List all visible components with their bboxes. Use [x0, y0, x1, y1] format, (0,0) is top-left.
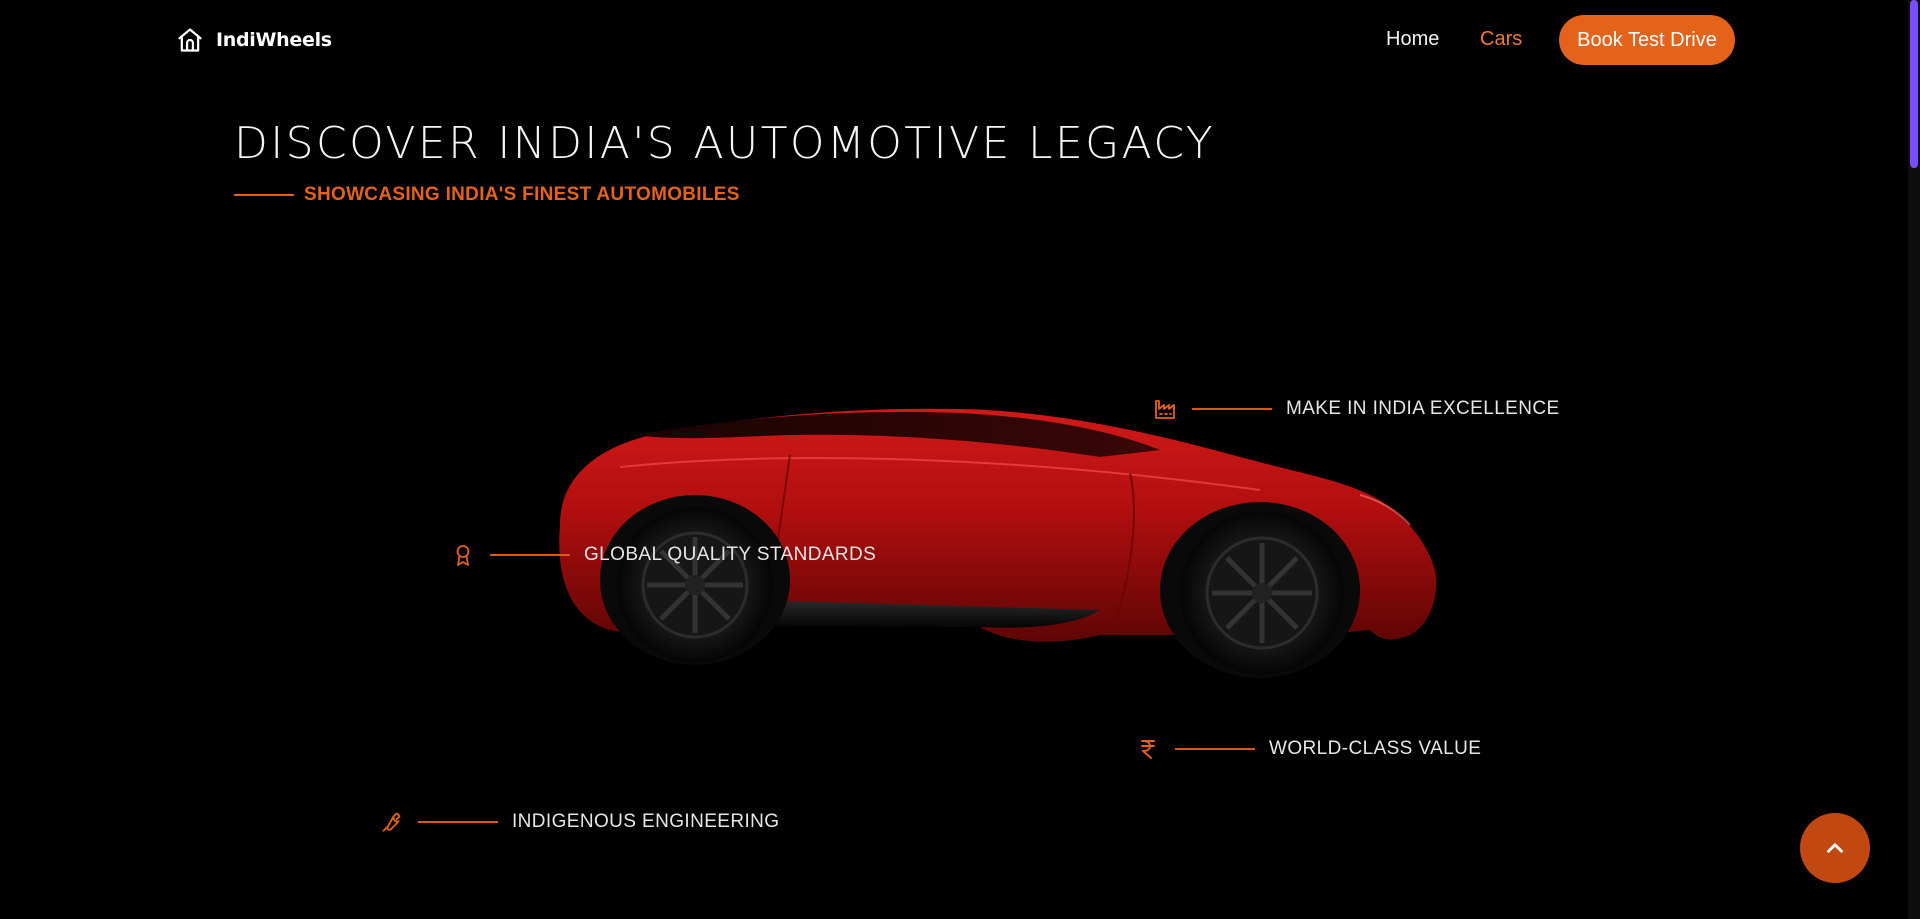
- nav-link-cars[interactable]: Cars: [1480, 28, 1522, 51]
- front-wheel: [1180, 511, 1344, 675]
- factory-icon: [1152, 396, 1178, 422]
- scrollbar-thumb[interactable]: [1910, 0, 1918, 168]
- chevron-up-icon: [1822, 835, 1848, 861]
- feature-world-class-value: WORLD-CLASS VALUE: [1135, 736, 1481, 762]
- brand-name: IndiWheels: [216, 29, 332, 51]
- feature-label: MAKE IN INDIA EXCELLENCE: [1286, 398, 1560, 419]
- nav-link-home[interactable]: Home: [1386, 28, 1439, 51]
- feature-label: WORLD-CLASS VALUE: [1269, 738, 1482, 759]
- feature-connector-line: [490, 554, 570, 556]
- feature-global-quality: GLOBAL QUALITY STANDARDS: [450, 542, 876, 568]
- feature-connector-line: [1175, 748, 1255, 750]
- feature-label: INDIGENOUS ENGINEERING: [512, 811, 780, 832]
- brand-logo[interactable]: IndiWheels: [176, 25, 332, 55]
- feature-indigenous-engineering: INDIGENOUS ENGINEERING: [378, 809, 779, 835]
- feature-make-in-india: MAKE IN INDIA EXCELLENCE: [1152, 396, 1560, 422]
- hero-subtitle: SHOWCASING INDIA'S FINEST AUTOMOBILES: [234, 184, 740, 206]
- subtitle-accent-line: [234, 194, 294, 196]
- rear-wheel: [617, 507, 773, 663]
- scroll-to-top-button[interactable]: [1800, 813, 1870, 883]
- book-test-drive-button[interactable]: Book Test Drive: [1559, 15, 1735, 65]
- feature-connector-line: [1192, 408, 1272, 410]
- wrench-icon: [378, 809, 404, 835]
- page-title: DISCOVER INDIA'S AUTOMOTIVE LEGACY: [234, 118, 1216, 169]
- page: IndiWheels Home Cars Book Test Drive DIS…: [0, 0, 1920, 919]
- rupee-icon: [1135, 736, 1161, 762]
- feature-label: GLOBAL QUALITY STANDARDS: [584, 544, 877, 565]
- page-scrollbar[interactable]: [1908, 0, 1920, 919]
- subtitle-text: SHOWCASING INDIA'S FINEST AUTOMOBILES: [304, 184, 740, 205]
- home-icon: [176, 26, 204, 54]
- feature-connector-line: [418, 821, 498, 823]
- award-icon: [450, 542, 476, 568]
